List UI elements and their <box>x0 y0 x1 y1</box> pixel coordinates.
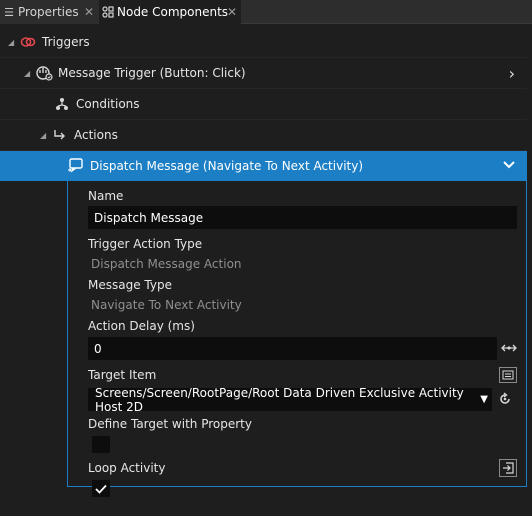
close-icon[interactable]: ✕ <box>84 5 94 19</box>
tab-node-components[interactable]: Node Components ✕ <box>99 0 241 24</box>
loop-activity-label: Loop Activity <box>88 461 166 475</box>
bind-property-icon[interactable] <box>499 459 517 477</box>
node-components-icon <box>99 6 117 18</box>
tree-item-label: Message Trigger (Button: Click) <box>58 66 246 80</box>
action-delay-input[interactable]: 0 <box>88 337 497 360</box>
trigger-icon <box>18 36 38 48</box>
expand-arrow-icon[interactable]: ◢ <box>8 38 18 47</box>
tab-bar: ☰ Properties ✕ Node Components ✕ <box>0 0 532 24</box>
drag-value-icon[interactable] <box>500 341 518 355</box>
message-type-label: Message Type <box>88 278 172 292</box>
tree-item-actions[interactable]: ◢ Actions <box>0 120 527 151</box>
dispatch-message-icon <box>66 158 86 174</box>
name-label: Name <box>88 189 124 203</box>
target-item-label: Target Item <box>88 368 157 382</box>
scrollbar[interactable] <box>527 25 532 516</box>
name-input[interactable]: Dispatch Message <box>88 206 517 229</box>
expand-arrow-icon[interactable]: ◢ <box>24 69 34 78</box>
close-icon[interactable]: ✕ <box>227 5 237 19</box>
chevron-right-icon[interactable]: › <box>509 64 515 83</box>
message-type-value: Navigate To Next Activity <box>91 298 242 312</box>
tree-item-label: Actions <box>74 128 118 142</box>
reset-target-icon[interactable] <box>496 390 514 408</box>
expand-arrow-icon[interactable]: ◢ <box>40 131 50 140</box>
list-icon: ☰ <box>4 5 14 19</box>
tree-item-dispatch-message[interactable]: Dispatch Message (Navigate To Next Activ… <box>0 151 527 181</box>
checkmark-icon <box>95 484 107 494</box>
tab-properties-label: Properties <box>18 5 79 19</box>
message-trigger-icon <box>34 65 54 81</box>
dropdown-arrow-icon[interactable]: ▼ <box>480 394 488 405</box>
tree-item-triggers[interactable]: ◢ Triggers <box>0 27 527 58</box>
tree-item-conditions[interactable]: Conditions <box>0 89 527 120</box>
tab-node-components-label: Node Components <box>117 5 229 19</box>
conditions-icon <box>52 97 72 111</box>
trigger-action-type-value: Dispatch Message Action <box>91 257 242 271</box>
trigger-action-type-label: Trigger Action Type <box>88 237 203 251</box>
define-target-checkbox[interactable] <box>92 436 110 453</box>
actions-icon <box>50 128 70 142</box>
target-item-select[interactable]: Screens/Screen/RootPage/Root Data Driven… <box>88 385 492 414</box>
tree-item-label: Triggers <box>42 35 90 49</box>
action-delay-label: Action Delay (ms) <box>88 319 195 333</box>
define-target-label: Define Target with Property <box>88 417 252 431</box>
tree-item-label: Conditions <box>76 97 140 111</box>
tree-item-label: Dispatch Message (Navigate To Next Activ… <box>90 159 364 173</box>
tree-item-message-trigger[interactable]: ◢ Message Trigger (Button: Click) › <box>0 58 527 89</box>
target-item-value: Screens/Screen/RootPage/Root Data Driven… <box>95 385 464 414</box>
tab-properties[interactable]: ☰ Properties ✕ <box>0 0 98 24</box>
chevron-down-icon[interactable] <box>503 158 515 172</box>
browse-target-icon[interactable] <box>499 367 517 383</box>
loop-activity-checkbox[interactable] <box>92 480 110 497</box>
